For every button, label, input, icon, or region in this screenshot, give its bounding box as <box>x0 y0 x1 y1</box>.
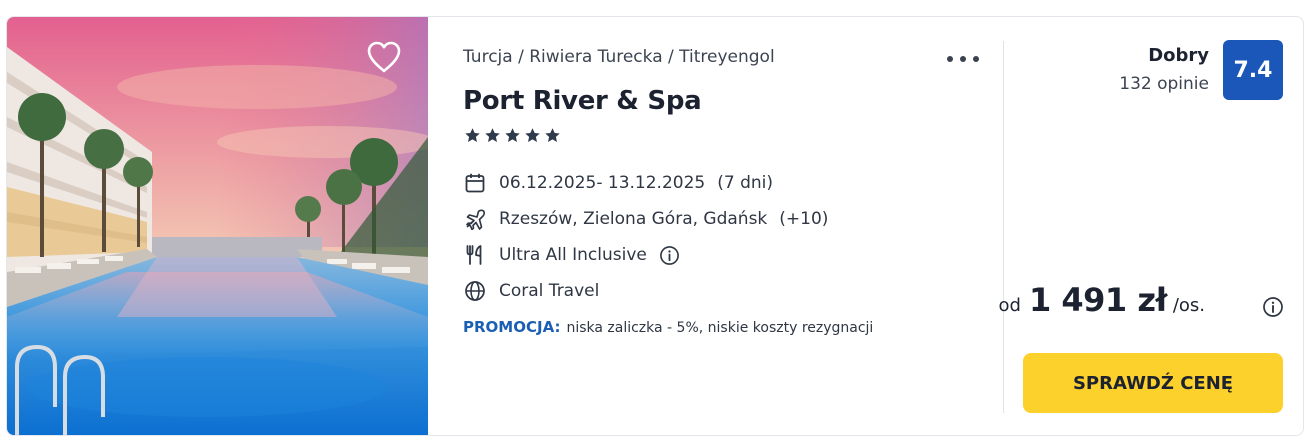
price-amount: 1 491 zł <box>1028 281 1167 319</box>
operator-text[interactable]: Coral Travel <box>499 281 599 301</box>
calendar-icon <box>463 171 487 195</box>
star-icon <box>465 128 480 142</box>
more-dots-icon[interactable] <box>947 51 979 67</box>
plane-icon <box>463 207 487 231</box>
departures-row: Rzeszów, Zielona Góra, Gdańsk (+10) <box>463 206 828 232</box>
promo-text: niska zaliczka - 5%, niskie koszty rezyg… <box>566 320 874 336</box>
departures-text: Rzeszów, Zielona Góra, Gdańsk <box>499 209 768 229</box>
location-breadcrumb[interactable]: Turcja / Riwiera Turecka / Titreyengol <box>463 47 775 67</box>
rating-score-badge[interactable]: 7.4 <box>1223 40 1283 100</box>
info-icon[interactable] <box>1262 296 1284 318</box>
hotel-stars <box>464 127 561 144</box>
globe-icon <box>463 279 487 303</box>
reviews-count[interactable]: 132 opinie <box>1119 74 1209 94</box>
departures-more[interactable]: (+10) <box>779 209 828 229</box>
board-text: Ultra All Inclusive <box>499 245 647 265</box>
dates-row: 06.12.2025- 13.12.2025 (7 dni) <box>463 170 773 196</box>
section-divider <box>1003 41 1004 413</box>
offer-details: Turcja / Riwiera Turecka / Titreyengol P… <box>463 17 983 435</box>
star-icon <box>525 128 540 142</box>
info-icon[interactable] <box>659 244 681 266</box>
star-icon <box>505 128 520 142</box>
hotel-photo[interactable] <box>7 17 428 435</box>
offer-card[interactable]: Turcja / Riwiera Turecka / Titreyengol P… <box>6 16 1304 436</box>
rating-word: Dobry <box>1148 45 1209 66</box>
hotel-photo-image <box>7 17 428 435</box>
star-icon <box>485 128 500 142</box>
price-suffix: /os. <box>1172 295 1205 316</box>
price: od 1 491 zł /os. <box>999 281 1205 319</box>
hotel-name[interactable]: Port River & Spa <box>463 86 702 116</box>
favorite-button[interactable] <box>365 39 403 75</box>
cutlery-icon <box>463 243 487 267</box>
promo-label: PROMOCJA: <box>463 318 561 336</box>
operator-row: Coral Travel <box>463 278 599 304</box>
heart-icon <box>367 41 401 73</box>
check-price-button[interactable]: SPRAWDŹ CENĘ <box>1023 353 1283 413</box>
price-prefix: od <box>998 295 1021 316</box>
star-icon <box>545 128 560 142</box>
promo-line: PROMOCJA: niska zaliczka - 5%, niskie kos… <box>463 318 873 336</box>
dates-text: 06.12.2025- 13.12.2025 <box>499 173 706 193</box>
board-row: Ultra All Inclusive <box>463 242 681 268</box>
duration-text: (7 dni) <box>717 173 773 193</box>
